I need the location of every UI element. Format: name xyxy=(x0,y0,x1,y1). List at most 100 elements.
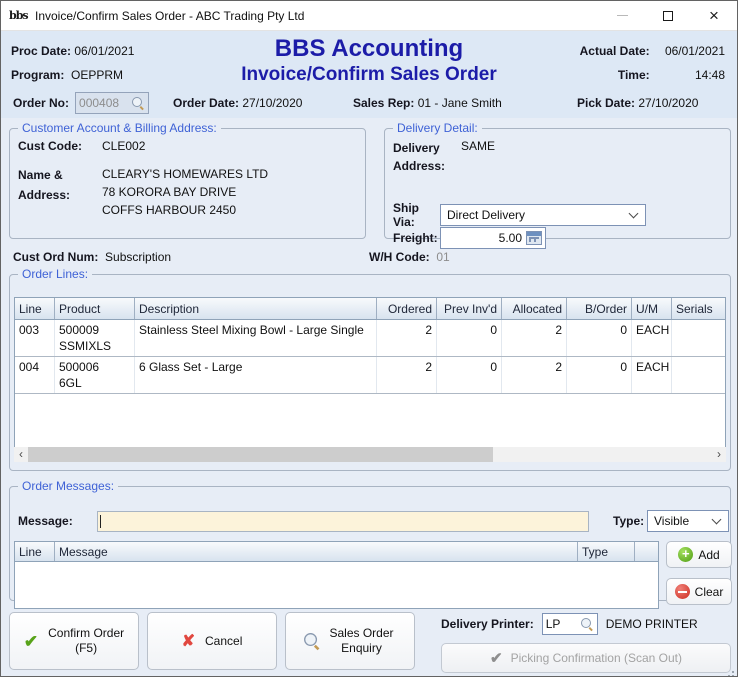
printer-search-icon[interactable] xyxy=(581,618,594,631)
address-line: CLEARY'S HOMEWARES LTD xyxy=(102,165,268,183)
picking-button-label: Picking Confirmation (Scan Out) xyxy=(511,651,682,665)
delivery-group-title: Delivery Detail: xyxy=(393,121,482,135)
printer-code-field[interactable]: LP xyxy=(542,613,598,635)
add-button-label: Add xyxy=(698,548,719,562)
title-bar: bbs Invoice/Confirm Sales Order - ABC Tr… xyxy=(1,1,737,31)
type-label: Type: xyxy=(613,514,644,528)
msg-col-spacer xyxy=(635,542,658,561)
ship-via-select[interactable]: Direct Delivery xyxy=(440,204,646,226)
order-date-value: 27/10/2020 xyxy=(242,96,302,110)
maximize-button[interactable] xyxy=(645,1,691,30)
search-icon xyxy=(305,633,322,650)
billing-address: CLEARY'S HOMEWARES LTD 78 KORORA BAY DRI… xyxy=(102,165,268,219)
order-messages-group-title: Order Messages: xyxy=(18,479,118,493)
order-no-value: 000408 xyxy=(79,96,132,110)
cancel-button-label: Cancel xyxy=(205,634,242,649)
col-prev-invd[interactable]: Prev Inv'd xyxy=(437,298,502,319)
window-controls: × xyxy=(599,1,737,30)
actual-date-label: Actual Date: xyxy=(580,44,650,58)
actual-date-value: 06/01/2021 xyxy=(653,39,725,63)
order-no-label: Order No: xyxy=(13,96,69,110)
freight-value: 5.00 xyxy=(499,231,522,245)
col-allocated[interactable]: Allocated xyxy=(502,298,567,319)
wh-code-value: 01 xyxy=(436,250,449,264)
close-icon: × xyxy=(709,11,719,21)
col-um[interactable]: U/M xyxy=(632,298,672,319)
scrollbar-thumb[interactable] xyxy=(28,447,493,462)
order-no-search-icon[interactable] xyxy=(132,97,145,110)
delivery-group: Delivery Detail: Delivery Address: SAME … xyxy=(384,121,731,239)
resize-grip[interactable] xyxy=(732,671,734,673)
sales-rep-label: Sales Rep: xyxy=(353,96,414,110)
freight-label: Freight: xyxy=(393,231,440,245)
msg-col-type[interactable]: Type xyxy=(578,542,635,561)
app-icon: bbs xyxy=(9,7,29,25)
col-b-order[interactable]: B/Order xyxy=(567,298,632,319)
order-bar: Order No: 000408 Order Date: 27/10/2020 … xyxy=(1,87,737,117)
cust-code-label: Cust Code: xyxy=(18,139,102,153)
add-button[interactable]: + Add xyxy=(666,541,732,568)
confirm-order-label: Confirm Order(F5) xyxy=(48,626,124,656)
order-messages-group: Order Messages: Message: Type: Visible L… xyxy=(9,479,731,601)
clear-button-label: Clear xyxy=(695,585,724,599)
check-icon: ✔ xyxy=(24,634,38,649)
time-label: Time: xyxy=(618,68,650,82)
message-input[interactable] xyxy=(97,511,589,532)
scrollbar-track[interactable] xyxy=(28,447,712,462)
calculator-icon[interactable] xyxy=(526,231,542,245)
confirm-order-button[interactable]: ✔ Confirm Order(F5) xyxy=(9,612,139,670)
cust-code-value: CLE002 xyxy=(102,139,145,153)
delivery-printer-label: Delivery Printer: xyxy=(441,617,534,631)
horizontal-scrollbar[interactable]: ‹ › xyxy=(14,447,726,462)
delivery-address-value: SAME xyxy=(461,139,495,153)
col-description[interactable]: Description xyxy=(135,298,377,319)
footer-bar: ✔ Confirm Order(F5) ✘ Cancel Sales Order… xyxy=(1,605,737,676)
scroll-left-icon[interactable]: ‹ xyxy=(14,447,28,462)
col-line[interactable]: Line xyxy=(15,298,55,319)
address-line: 78 KORORA BAY DRIVE xyxy=(102,183,268,201)
col-product[interactable]: Product xyxy=(55,298,135,319)
chevron-down-icon xyxy=(629,208,639,218)
delivery-address-label: Delivery Address: xyxy=(393,139,461,175)
ship-via-value: Direct Delivery xyxy=(447,208,525,222)
text-caret xyxy=(100,515,101,528)
order-date-label: Order Date: xyxy=(173,96,239,110)
table-row[interactable]: 003 500009SSMIXLS Stainless Steel Mixing… xyxy=(15,320,725,357)
col-ordered[interactable]: Ordered xyxy=(377,298,437,319)
table-row[interactable]: 004 5000066GL 6 Glass Set - Large 2 0 2 … xyxy=(15,357,725,394)
plus-icon: + xyxy=(678,547,693,562)
cancel-button[interactable]: ✘ Cancel xyxy=(147,612,277,670)
minimize-icon xyxy=(617,15,628,16)
printer-code-value: LP xyxy=(546,617,581,631)
order-lines-table: Line Product Description Ordered Prev In… xyxy=(14,297,726,457)
enquiry-button-label: Sales OrderEnquiry xyxy=(329,626,393,656)
msg-col-message[interactable]: Message xyxy=(55,542,578,561)
order-lines-header: Line Product Description Ordered Prev In… xyxy=(15,298,725,320)
clear-button[interactable]: Clear xyxy=(666,578,732,605)
cust-ord-num-value: Subscription xyxy=(105,250,171,264)
messages-table: Line Message Type xyxy=(14,541,659,609)
close-button[interactable]: × xyxy=(691,1,737,30)
order-no-field[interactable]: 000408 xyxy=(75,92,149,114)
order-lines-group-title: Order Lines: xyxy=(18,267,92,281)
app-window: bbs Invoice/Confirm Sales Order - ABC Tr… xyxy=(0,0,738,677)
freight-field[interactable]: 5.00 xyxy=(440,227,546,249)
col-serials[interactable]: Serials xyxy=(672,298,725,319)
msg-col-line[interactable]: Line xyxy=(15,542,55,561)
chevron-down-icon xyxy=(712,514,722,524)
name-address-label: Name & Address: xyxy=(18,165,102,205)
order-info-row: Cust Ord Num: Subscription W/H Code: 01 xyxy=(1,250,737,268)
cust-ord-num-label: Cust Ord Num: xyxy=(13,250,98,264)
sales-order-enquiry-button[interactable]: Sales OrderEnquiry xyxy=(285,612,415,670)
delivery-printer-row: Delivery Printer: LP DEMO PRINTER xyxy=(441,613,698,635)
scroll-right-icon[interactable]: › xyxy=(712,447,726,462)
minimize-button[interactable] xyxy=(599,1,645,30)
picking-confirmation-button: ✔ Picking Confirmation (Scan Out) xyxy=(441,643,731,673)
printer-name: DEMO PRINTER xyxy=(606,617,698,631)
order-lines-group: Order Lines: Line Product Description Or… xyxy=(9,267,731,471)
sales-rep-value: 01 - Jane Smith xyxy=(418,96,502,110)
message-label: Message: xyxy=(18,514,73,528)
maximize-icon xyxy=(663,11,673,21)
type-select[interactable]: Visible xyxy=(647,510,729,532)
messages-table-body xyxy=(15,562,658,608)
